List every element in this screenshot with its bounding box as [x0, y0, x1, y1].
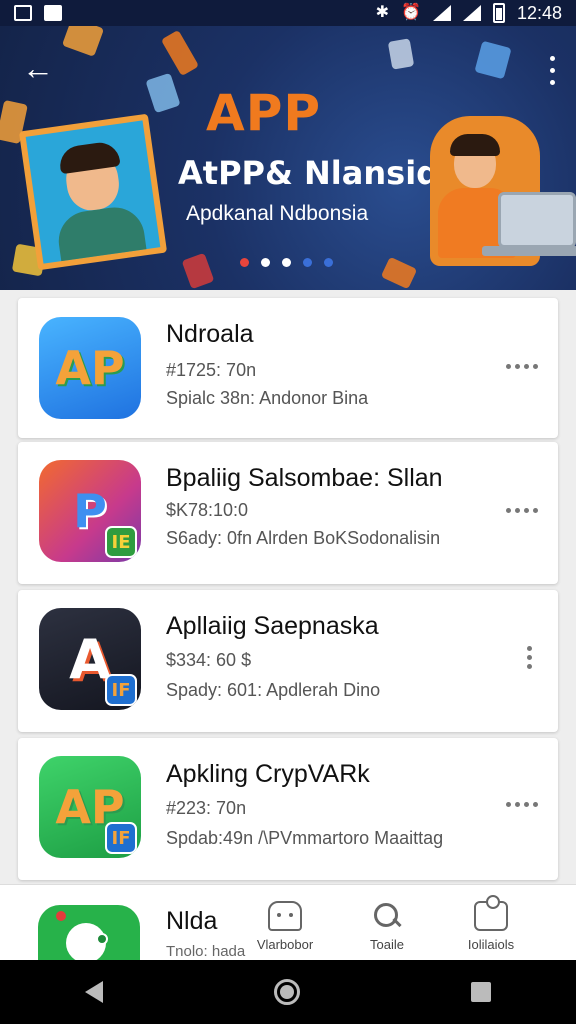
ap-green-app-icon[interactable]: AP IF: [39, 756, 141, 858]
app-description: Spdab:49n /\PVmmartoro Maaittag: [166, 828, 444, 848]
carousel-dot[interactable]: [282, 258, 291, 267]
carousel-dot[interactable]: [240, 258, 249, 267]
wifi-icon: [432, 5, 451, 21]
status-right: ✱ ⏰ 12:48: [376, 3, 562, 24]
status-left: [14, 5, 62, 21]
decor-tile: [387, 38, 415, 70]
app-title[interactable]: Apllaiig Saepnaska: [166, 612, 379, 641]
app-title[interactable]: Apkling CrypVARk: [166, 760, 370, 789]
banner-tagline: Apdkanal Ndbonsia: [186, 202, 369, 225]
puzzle-icon: [474, 895, 508, 931]
app-badge: IE: [105, 526, 137, 558]
app-badge: IF: [105, 674, 137, 706]
back-button[interactable]: ←: [20, 50, 56, 86]
signal-icon: [462, 5, 481, 21]
a-app-icon[interactable]: A IF: [39, 608, 141, 710]
system-recents-icon[interactable]: [470, 982, 491, 1002]
arrow-left-icon: ←: [22, 50, 54, 86]
decor-tile: [474, 40, 512, 80]
overflow-menu-button[interactable]: [542, 52, 562, 88]
bottom-navigation: Nlda Tnolo: hada Vlarbobor Toaile Iolila…: [0, 884, 576, 961]
system-back-icon[interactable]: [85, 981, 104, 1003]
p-app-icon[interactable]: P IE: [39, 460, 141, 562]
app-price: #1725: 70n: [166, 360, 257, 380]
carousel-dots[interactable]: [240, 258, 333, 267]
nav-item-robot[interactable]: Vlarbobor: [240, 901, 330, 952]
peek-app-title[interactable]: Nlda: [166, 907, 217, 936]
app-card[interactable]: AP Ndroala #1725: 70n Spialc 38n: Andono…: [18, 298, 558, 438]
more-vertical-icon: [549, 55, 555, 61]
carousel-dot[interactable]: [303, 258, 312, 267]
mascot-app-icon[interactable]: [38, 905, 140, 961]
decor-tile: [380, 256, 418, 290]
ap-app-icon[interactable]: AP: [39, 317, 141, 419]
more-horizontal-icon[interactable]: [506, 802, 538, 807]
app-description: S6ady: 0fn Alrden BoKSodonalisin: [166, 528, 441, 548]
photo-icon: [44, 5, 62, 21]
system-home-icon[interactable]: [273, 979, 300, 1005]
carousel-dot-active[interactable]: [261, 258, 270, 267]
app-card[interactable]: P IE Bpaliig Salsombae: Sllan $K78:10:0 …: [18, 442, 558, 584]
status-time: 12:48: [516, 2, 562, 23]
decor-tile: [160, 29, 200, 77]
app-price: #223: 70n: [166, 798, 247, 818]
nav-label: Iolilaiols: [467, 937, 515, 952]
image-icon: [14, 5, 32, 21]
more-horizontal-icon[interactable]: [506, 364, 538, 369]
status-bar: ✱ ⏰ 12:48: [0, 0, 576, 26]
robot-icon: [268, 901, 302, 931]
app-price: $334: 60 $: [166, 650, 252, 670]
peek-app-subtitle: Tnolo: hada: [166, 943, 246, 960]
battery-icon: [492, 3, 505, 23]
hero-banner[interactable]: ← APP AtPP& Nlansid Apdkanal Ndbonsia: [0, 26, 576, 290]
system-navigation-bar: [0, 960, 576, 1024]
app-card[interactable]: AP IF Apkling CrypVARk #223: 70n Spdab:4…: [18, 738, 558, 880]
bluetooth-icon: ✱: [375, 4, 390, 21]
app-price: $K78:10:0: [166, 500, 249, 520]
more-horizontal-icon[interactable]: [506, 508, 538, 513]
banner-title: APP: [206, 84, 321, 142]
decor-tile: [181, 252, 215, 290]
laptop-icon: [498, 192, 576, 248]
carousel-dot[interactable]: [324, 258, 333, 267]
app-title[interactable]: Ndroala: [166, 320, 254, 349]
nav-item-puzzle[interactable]: Iolilaiols: [446, 895, 536, 952]
app-title[interactable]: Bpaliig Salsombae: Sllan: [166, 464, 443, 493]
alarm-icon: ⏰: [401, 4, 421, 21]
app-description: Spialc 38n: Andonor Bina: [166, 388, 369, 408]
app-card[interactable]: A IF Apllaiig Saepnaska $334: 60 $ Spady…: [18, 590, 558, 732]
banner-laptop-illustration: [430, 106, 576, 286]
nav-label: Toaile: [370, 937, 404, 952]
nav-label: Vlarbobor: [256, 937, 314, 952]
app-description: Spady: 601: Apdlerah Dino: [166, 680, 381, 700]
more-vertical-icon[interactable]: [527, 646, 532, 669]
decor-tile: [61, 26, 105, 57]
app-badge: IF: [105, 822, 137, 854]
banner-portrait-illustration: [18, 113, 168, 271]
decor-tile: [145, 72, 181, 114]
nav-item-search[interactable]: Toaile: [342, 901, 432, 952]
banner-subtitle: AtPP& Nlansid: [178, 154, 440, 192]
search-icon: [370, 901, 404, 931]
